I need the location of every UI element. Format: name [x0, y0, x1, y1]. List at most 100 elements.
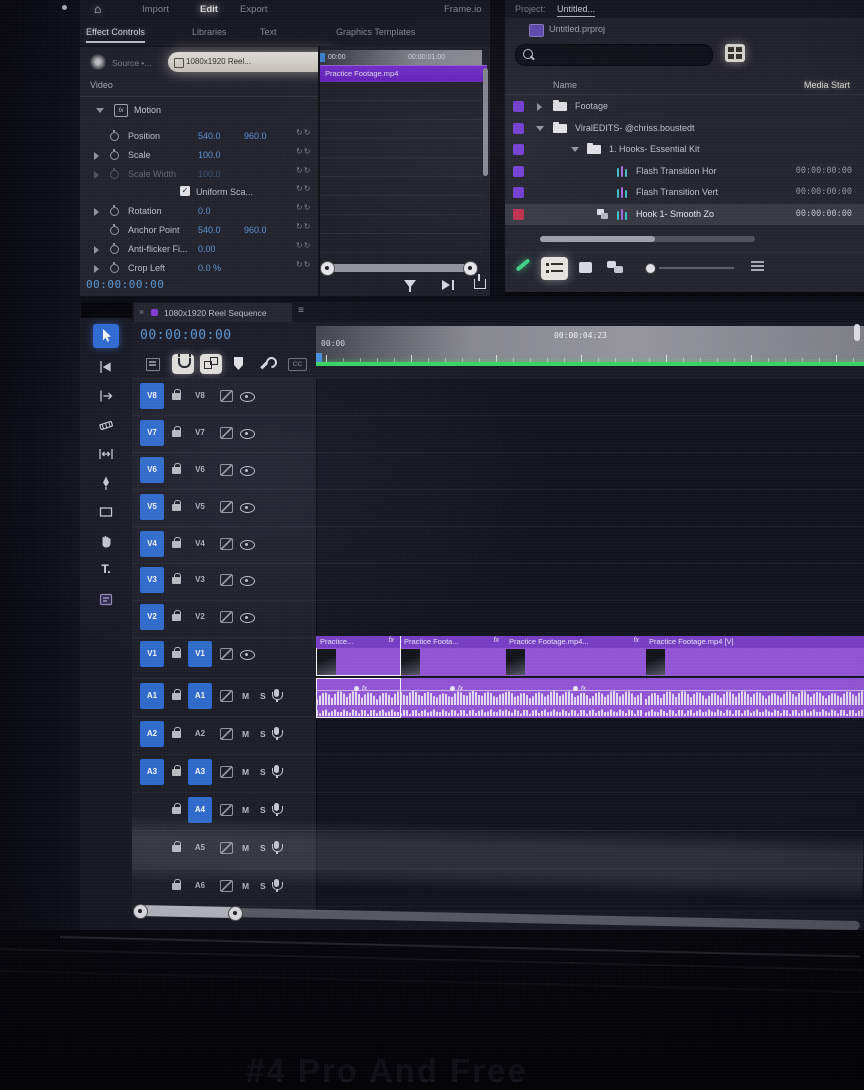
project-horizontal-scrollbar[interactable]	[540, 236, 755, 242]
track-target[interactable]: V5	[188, 494, 212, 520]
chevron-down-icon[interactable]	[571, 147, 579, 152]
project-tab[interactable]: Untitled...	[557, 4, 595, 17]
track-target[interactable]: A4	[188, 797, 212, 823]
pen-tool[interactable]	[93, 471, 119, 495]
chevron-right-icon[interactable]	[94, 208, 99, 216]
workspace-tab-export[interactable]: Export	[240, 4, 267, 15]
icon-view-button[interactable]	[579, 262, 592, 273]
uniform-scale-checkbox[interactable]: ✓	[180, 186, 190, 196]
scrollbar-thumb[interactable]	[138, 905, 238, 918]
stopwatch-icon[interactable]	[110, 207, 119, 216]
chevron-right-icon[interactable]	[94, 246, 99, 254]
mini-vertical-scrollbar[interactable]	[483, 68, 488, 176]
stopwatch-icon[interactable]	[110, 132, 119, 141]
param-value[interactable]: 540.0	[198, 131, 221, 141]
lock-icon[interactable]	[172, 504, 181, 511]
zoom-handle-icon[interactable]	[463, 261, 478, 276]
tab-effect-controls[interactable]: Effect Controls	[86, 27, 145, 43]
track-target[interactable]: A5	[188, 835, 212, 861]
stopwatch-icon[interactable]	[110, 226, 119, 235]
lock-icon[interactable]	[172, 693, 181, 700]
lock-icon[interactable]	[172, 883, 181, 890]
zoom-slider-track[interactable]	[659, 267, 734, 269]
bin-row-footage[interactable]: Footage	[505, 96, 864, 117]
label-color-swatch[interactable]	[513, 101, 524, 112]
bin-row-viraledits[interactable]: ViralEDITS- @chriss.boustedt	[505, 118, 864, 139]
sync-lock-icon[interactable]	[220, 464, 233, 476]
item-row-hook1-smooth-zoom[interactable]: Hook 1- Smooth Zo 00:00:00:00	[505, 204, 864, 225]
audio-clip-1[interactable]: fx	[316, 678, 401, 718]
stopwatch-icon[interactable]	[110, 245, 119, 254]
bin-view-grid-icon[interactable]	[725, 44, 745, 62]
media-start-column-header[interactable]: Media Start	[804, 80, 850, 90]
eye-icon[interactable]	[240, 613, 255, 623]
video-clip-1[interactable]: Practice... fx	[316, 636, 401, 676]
eye-icon[interactable]	[240, 429, 255, 439]
item-row-flash-transition-vert[interactable]: Flash Transition Vert 00:00:00:00	[505, 182, 864, 203]
lock-icon[interactable]	[172, 614, 181, 621]
play-effect-icon[interactable]	[442, 280, 450, 290]
source-patch[interactable]: V2	[140, 604, 164, 630]
source-patch[interactable]: V3	[140, 567, 164, 593]
tab-text[interactable]: Text	[260, 27, 277, 37]
motion-effect-header[interactable]: fx Motion	[80, 102, 318, 120]
param-value[interactable]: 100.0	[198, 169, 221, 179]
source-patch[interactable]: V1	[140, 641, 164, 667]
label-color-swatch[interactable]	[513, 166, 524, 177]
sync-lock-icon[interactable]	[220, 842, 233, 854]
mute-button[interactable]: M	[242, 881, 249, 891]
lock-icon[interactable]	[172, 393, 181, 400]
mute-button[interactable]: M	[242, 805, 249, 815]
captions-icon[interactable]: CC	[288, 358, 307, 371]
zoom-handle-icon[interactable]	[133, 904, 148, 919]
track-target[interactable]: V8	[188, 383, 212, 409]
home-icon[interactable]: ⌂	[94, 2, 101, 16]
stopwatch-icon[interactable]	[110, 151, 119, 160]
lock-icon[interactable]	[172, 731, 181, 738]
sync-lock-icon[interactable]	[220, 648, 233, 660]
snap-button[interactable]	[172, 354, 194, 374]
source-patch[interactable]: V6	[140, 457, 164, 483]
audio-clip-2[interactable]: fx	[400, 678, 506, 718]
selection-tool[interactable]	[93, 324, 119, 348]
razor-tool[interactable]	[93, 413, 119, 437]
solo-button[interactable]: S	[260, 843, 266, 853]
automate-menu-icon[interactable]	[751, 261, 764, 271]
close-icon[interactable]: ×	[139, 307, 144, 317]
playhead-icon[interactable]	[316, 353, 322, 362]
zoom-slider-knob[interactable]	[645, 263, 656, 274]
sync-lock-icon[interactable]	[220, 804, 233, 816]
eye-icon[interactable]	[240, 540, 255, 550]
reset-icon[interactable]: ↻↻	[296, 166, 318, 175]
track-target[interactable]: V3	[188, 567, 212, 593]
label-color-swatch[interactable]	[513, 144, 524, 155]
panel-menu-icon[interactable]: ≡	[298, 305, 304, 316]
sequence-tab[interactable]: × 1080x1920 Reel Sequence	[134, 303, 292, 322]
solo-button[interactable]: S	[260, 691, 266, 701]
param-value[interactable]: 100.0	[198, 150, 221, 160]
source-patch[interactable]: A1	[140, 683, 164, 709]
sync-lock-icon[interactable]	[220, 501, 233, 513]
sync-lock-icon[interactable]	[220, 427, 233, 439]
edit-pen-icon[interactable]	[516, 258, 531, 271]
name-column-header[interactable]: Name	[553, 80, 577, 90]
reset-icon[interactable]: ↻↻	[296, 260, 318, 269]
solo-button[interactable]: S	[260, 805, 266, 815]
reset-icon[interactable]: ↻↻	[296, 184, 318, 193]
param-value[interactable]: 0.00	[198, 244, 216, 254]
nest-indicator-icon[interactable]	[146, 358, 160, 371]
reset-icon[interactable]: ↻↻	[296, 241, 318, 250]
label-color-swatch[interactable]	[513, 209, 524, 220]
sync-lock-icon[interactable]	[220, 538, 233, 550]
sync-lock-icon[interactable]	[220, 390, 233, 402]
track-target[interactable]: A6	[188, 873, 212, 899]
timeline-timecode[interactable]: 00:00:00:00	[140, 328, 232, 343]
mute-button[interactable]: M	[242, 729, 249, 739]
audio-clip-4[interactable]	[645, 678, 864, 718]
type-tool[interactable]: T.	[93, 558, 119, 582]
chevron-right-icon[interactable]	[94, 152, 99, 160]
track-target[interactable]: A2	[188, 721, 212, 747]
hand-tool[interactable]	[93, 529, 119, 553]
zoom-handle-icon[interactable]	[320, 261, 335, 276]
eye-icon[interactable]	[240, 650, 255, 660]
